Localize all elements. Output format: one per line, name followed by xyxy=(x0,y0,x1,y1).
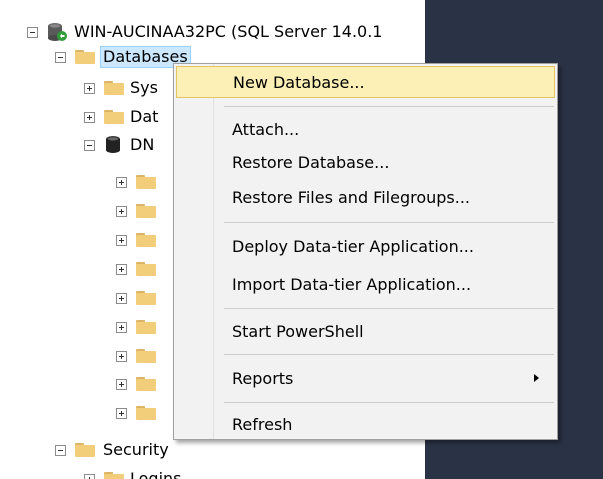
expand-toggle-icon[interactable] xyxy=(116,321,127,333)
tree-node-databases[interactable]: Databases xyxy=(55,44,191,70)
folder-icon xyxy=(136,175,156,189)
server-label: WIN-AUCINAA32PC (SQL Server 14.0.1 xyxy=(74,22,383,41)
folder-icon xyxy=(136,262,156,276)
menu-item-label: Restore Files and Filegroups... xyxy=(232,187,471,207)
menu-item-label: Import Data-tier Application... xyxy=(232,274,472,294)
folder-icon xyxy=(104,472,124,479)
tree-node-database-snapshots[interactable]: Dat xyxy=(84,104,160,130)
database-icon xyxy=(106,136,120,153)
security-label: Security xyxy=(103,440,169,459)
expand-toggle-icon[interactable] xyxy=(116,263,127,275)
expand-toggle-icon[interactable] xyxy=(84,473,95,479)
menu-item-refresh[interactable]: Refresh xyxy=(176,408,555,440)
menu-separator xyxy=(224,308,554,309)
expand-toggle-icon[interactable] xyxy=(116,234,127,246)
folder-icon xyxy=(75,443,95,457)
tree-node-child-folder[interactable] xyxy=(116,314,156,340)
expand-toggle-icon[interactable] xyxy=(116,407,127,419)
menu-item-attach[interactable]: Attach... xyxy=(176,113,555,145)
folder-icon xyxy=(136,204,156,218)
expand-toggle-icon[interactable] xyxy=(84,111,95,123)
dn-database-label: DN xyxy=(130,135,155,154)
menu-item-restore-database[interactable]: Restore Database... xyxy=(176,146,555,178)
tree-node-logins[interactable]: Logins xyxy=(84,466,184,479)
folder-icon xyxy=(136,349,156,363)
tree-node-child-folder[interactable] xyxy=(116,256,156,282)
expand-toggle-icon[interactable] xyxy=(116,205,127,217)
folder-icon xyxy=(136,377,156,391)
tree-node-child-folder[interactable] xyxy=(116,400,156,426)
menu-item-label: Restore Database... xyxy=(232,152,390,172)
menu-separator xyxy=(224,222,554,223)
tree-node-child-folder[interactable] xyxy=(116,343,156,369)
menu-item-new-database[interactable]: New Database... xyxy=(176,66,555,98)
collapse-toggle-icon[interactable] xyxy=(27,26,38,38)
menu-item-start-powershell[interactable]: Start PowerShell xyxy=(176,315,555,347)
tree-node-dn-database[interactable]: DN xyxy=(84,132,156,158)
folder-icon xyxy=(104,81,124,95)
ssms-window: WIN-AUCINAA32PC (SQL Server 14.0.1 Datab… xyxy=(0,0,603,479)
logins-label: Logins xyxy=(130,469,182,479)
database-snapshots-label: Dat xyxy=(130,107,159,126)
menu-separator xyxy=(224,402,554,403)
server-connected-icon xyxy=(48,23,67,41)
menu-item-deploy-dac[interactable]: Deploy Data-tier Application... xyxy=(176,230,555,262)
menu-separator xyxy=(224,106,554,107)
expand-toggle-icon[interactable] xyxy=(116,176,127,188)
collapse-toggle-icon[interactable] xyxy=(55,51,66,63)
menu-item-label: New Database... xyxy=(233,72,365,92)
tree-node-child-folder[interactable] xyxy=(116,198,156,224)
menu-separator xyxy=(224,354,554,355)
menu-item-label: Deploy Data-tier Application... xyxy=(232,236,474,256)
expand-toggle-icon[interactable] xyxy=(116,292,127,304)
expand-toggle-icon[interactable] xyxy=(116,378,127,390)
folder-icon xyxy=(136,406,156,420)
folder-icon xyxy=(136,291,156,305)
menu-item-label: Attach... xyxy=(232,119,300,139)
tree-node-security[interactable]: Security xyxy=(55,437,171,463)
tree-node-child-folder[interactable] xyxy=(116,169,156,195)
expand-toggle-icon[interactable] xyxy=(84,82,95,94)
tree-node-server[interactable]: WIN-AUCINAA32PC (SQL Server 14.0.1 xyxy=(27,19,384,45)
menu-item-label: Start PowerShell xyxy=(232,321,364,341)
menu-item-restore-files-filegroups[interactable]: Restore Files and Filegroups... xyxy=(176,181,555,213)
folder-icon xyxy=(136,233,156,247)
folder-icon xyxy=(104,110,124,124)
folder-icon xyxy=(136,320,156,334)
system-databases-label: Sys xyxy=(130,78,158,97)
collapse-toggle-icon[interactable] xyxy=(84,139,95,151)
tree-node-child-folder[interactable] xyxy=(116,285,156,311)
context-menu: New Database... Attach... Restore Databa… xyxy=(173,63,558,440)
menu-item-label: Reports xyxy=(232,368,294,388)
tree-node-child-folder[interactable] xyxy=(116,371,156,397)
expand-toggle-icon[interactable] xyxy=(116,350,127,362)
collapse-toggle-icon[interactable] xyxy=(55,444,66,456)
submenu-arrow-icon xyxy=(534,374,539,382)
menu-item-label: Refresh xyxy=(232,414,293,434)
menu-item-import-dac[interactable]: Import Data-tier Application... xyxy=(176,268,555,300)
tree-node-system-databases[interactable]: Sys xyxy=(84,75,160,101)
tree-node-child-folder[interactable] xyxy=(116,227,156,253)
folder-icon xyxy=(75,50,95,64)
menu-item-reports[interactable]: Reports xyxy=(176,362,555,394)
